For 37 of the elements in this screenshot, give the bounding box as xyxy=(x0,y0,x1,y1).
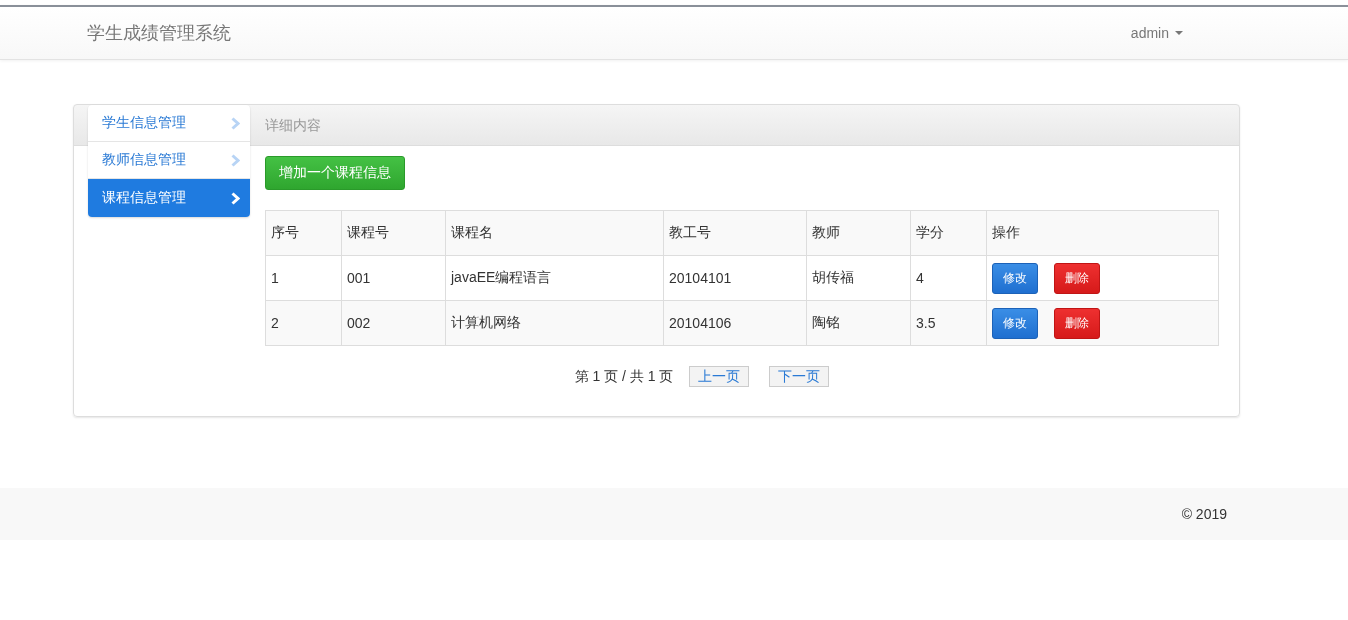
table-cell: 001 xyxy=(341,255,446,301)
table-cell: 2 xyxy=(265,300,342,346)
column-header: 学分 xyxy=(910,210,987,256)
add-course-button[interactable]: 增加一个课程信息 xyxy=(265,156,405,190)
column-header: 教师 xyxy=(806,210,911,256)
copyright-text: © 2019 xyxy=(1181,506,1227,522)
table-cell: 3.5 xyxy=(910,300,987,346)
column-header: 教工号 xyxy=(663,210,807,256)
table-cell: 1 xyxy=(265,255,342,301)
column-header: 序号 xyxy=(265,210,342,256)
sidebar-item[interactable]: 学生信息管理 xyxy=(88,105,250,142)
table-cell: 陶铭 xyxy=(806,300,911,346)
table-cell: 4 xyxy=(910,255,987,301)
page-info: 第 1 页 / 共 1 页 xyxy=(574,367,674,386)
edit-button[interactable]: 修改 xyxy=(992,307,1038,339)
table-cell: 胡传福 xyxy=(806,255,911,301)
panel-heading: 详细内容 xyxy=(264,116,322,135)
delete-button[interactable]: 删除 xyxy=(1054,307,1100,339)
prev-page-button[interactable]: 上一页 xyxy=(689,366,750,387)
next-page-button[interactable]: 下一页 xyxy=(769,366,830,387)
column-header: 课程名 xyxy=(445,210,664,256)
chevron-right-icon xyxy=(231,116,240,130)
table-cell: 002 xyxy=(341,300,446,346)
table-cell: 20104106 xyxy=(663,300,807,346)
column-header: 课程号 xyxy=(341,210,446,256)
user-menu[interactable]: admin xyxy=(1130,25,1183,41)
caret-icon xyxy=(1175,31,1183,35)
chevron-right-icon xyxy=(231,153,240,167)
brand-title[interactable]: 学生成绩管理系统 xyxy=(87,21,231,45)
edit-button[interactable]: 修改 xyxy=(992,262,1038,294)
table-cell: 计算机网络 xyxy=(445,300,664,346)
table-cell: javaEE编程语言 xyxy=(445,255,664,301)
chevron-right-icon xyxy=(231,191,240,205)
column-header: 操作 xyxy=(986,210,1219,256)
delete-button[interactable]: 删除 xyxy=(1054,262,1100,294)
sidebar-item[interactable]: 课程信息管理 xyxy=(88,179,250,217)
table-cell: 20104101 xyxy=(663,255,807,301)
